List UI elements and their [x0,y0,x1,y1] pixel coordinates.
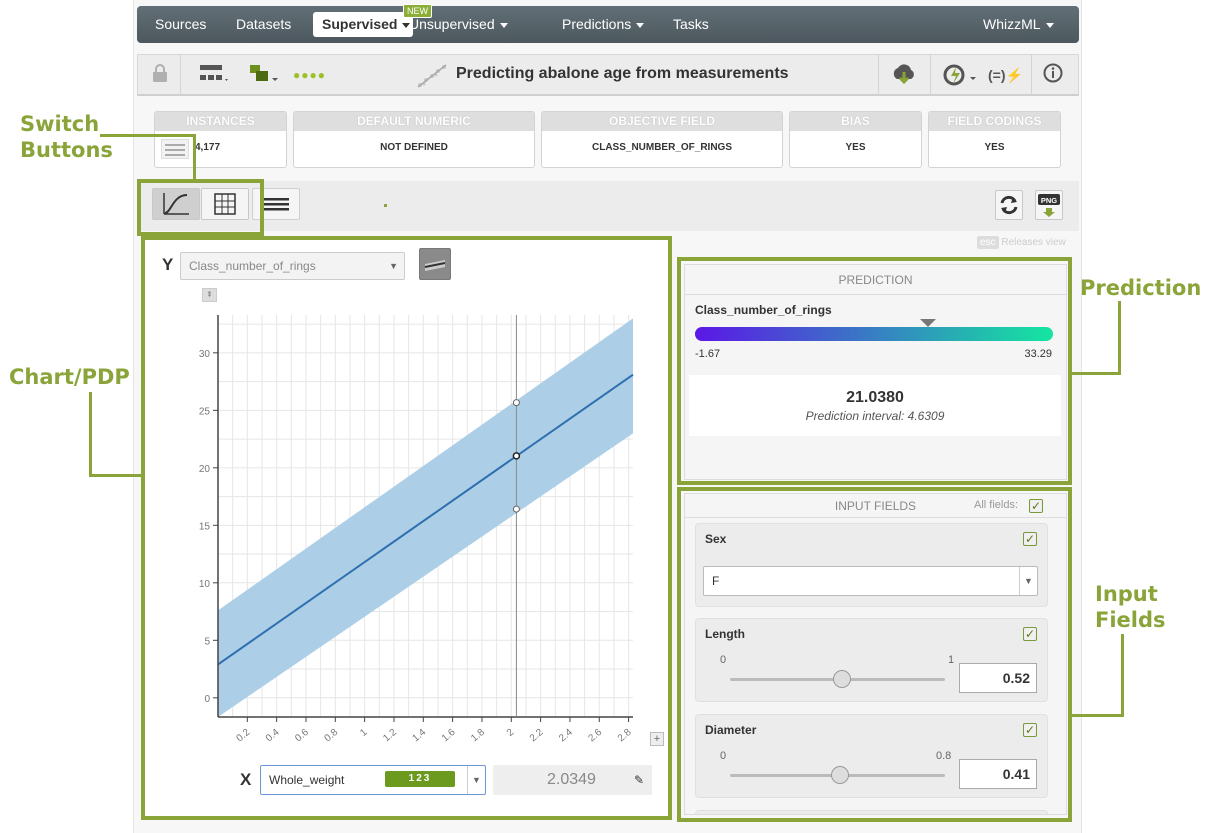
nav-tasks[interactable]: Tasks [673,6,709,43]
card-instances-header: INSTANCES [155,112,286,131]
chevron-down-icon [1045,22,1054,28]
esc-key: esc [977,236,999,249]
callout-line [1118,301,1121,375]
prediction-highlight [677,257,1072,485]
card-objective-field: OBJECTIVE FIELD CLASS_NUMBER_OF_RINGS [541,111,783,168]
nav-supervised[interactable]: Supervised [313,12,413,37]
nav-predictions[interactable]: Predictions [562,6,645,43]
page-title: Predicting abalone age from measurements [456,65,789,82]
nav-sources[interactable]: Sources [155,6,206,43]
callout-line [193,134,196,181]
lock-icon[interactable] [152,63,168,87]
card-instances: INSTANCES 4,177 [154,111,287,168]
batch-prediction-icon[interactable] [943,63,977,87]
switch-buttons-highlight [137,179,264,236]
nav-predictions-label: Predictions [562,16,632,32]
info-icon[interactable] [1043,63,1063,87]
card-bias-header: BIAS [790,112,921,131]
card-default-numeric-value: NOT DEFINED [380,142,448,153]
numeric-fields-icon[interactable] [248,63,280,87]
releases-view-label: Releases view [1001,237,1066,248]
view-switch-bar: PNG [137,181,1079,231]
card-field-codings-value: YES [984,142,1005,153]
nav-supervised-label: Supervised [322,16,398,32]
nav-user-menu[interactable]: WhizzML [983,6,1054,43]
nav-datasets[interactable]: Datasets [236,6,291,43]
card-bias: BIAS YES [789,111,922,168]
chevron-down-icon [636,22,645,28]
callout-line [89,392,92,476]
chevron-down-icon [402,22,411,28]
callout-line [1121,634,1124,717]
formula-icon[interactable]: (=)⚡ [988,63,1023,87]
callout-line [1070,714,1124,717]
callout-line [89,474,142,477]
download-icon[interactable] [891,63,917,87]
top-navbar: Sources Datasets Unsupervised Prediction… [137,6,1079,43]
nav-unsupervised-label: Unsupervised [409,16,495,32]
input-fields-highlight [677,487,1072,822]
callout-line [1070,372,1121,375]
status-dot [384,204,387,207]
card-default-numeric-header: DEFAULT NUMERIC [294,112,534,131]
svg-text:PNG: PNG [1041,196,1057,205]
card-field-codings: FIELD CODINGS YES [928,111,1061,168]
card-field-codings-header: FIELD CODINGS [929,112,1060,131]
nav-user-label: WhizzML [983,16,1041,32]
card-objective-field-header: OBJECTIVE FIELD [542,112,782,131]
callout-input-fields: Input Fields [1095,582,1166,632]
linear-regression-icon [416,63,448,88]
new-badge: NEW [403,4,432,18]
card-bias-value: YES [845,142,866,153]
chart-highlight [141,236,672,820]
callout-line [100,134,195,137]
releases-view-hint[interactable]: esc Releases view [977,236,1066,249]
callout-chart: Chart/PDP [9,365,130,389]
menu-icon[interactable] [161,139,189,159]
callout-prediction: Prediction [1080,276,1202,300]
card-default-numeric: DEFAULT NUMERIC NOT DEFINED [293,111,535,168]
card-objective-field-value: CLASS_NUMBER_OF_RINGS [591,142,733,153]
callout-switch-buttons: Switch Buttons [20,112,113,162]
png-export-button[interactable]: PNG [1035,190,1063,220]
status-dots-icon: ●●●● [293,68,326,82]
refresh-button[interactable] [995,190,1023,220]
chevron-down-icon [499,22,508,28]
model-tree-icon[interactable] [198,63,230,87]
resource-toolbar: ●●●● Predicting abalone age from measure… [137,54,1079,96]
